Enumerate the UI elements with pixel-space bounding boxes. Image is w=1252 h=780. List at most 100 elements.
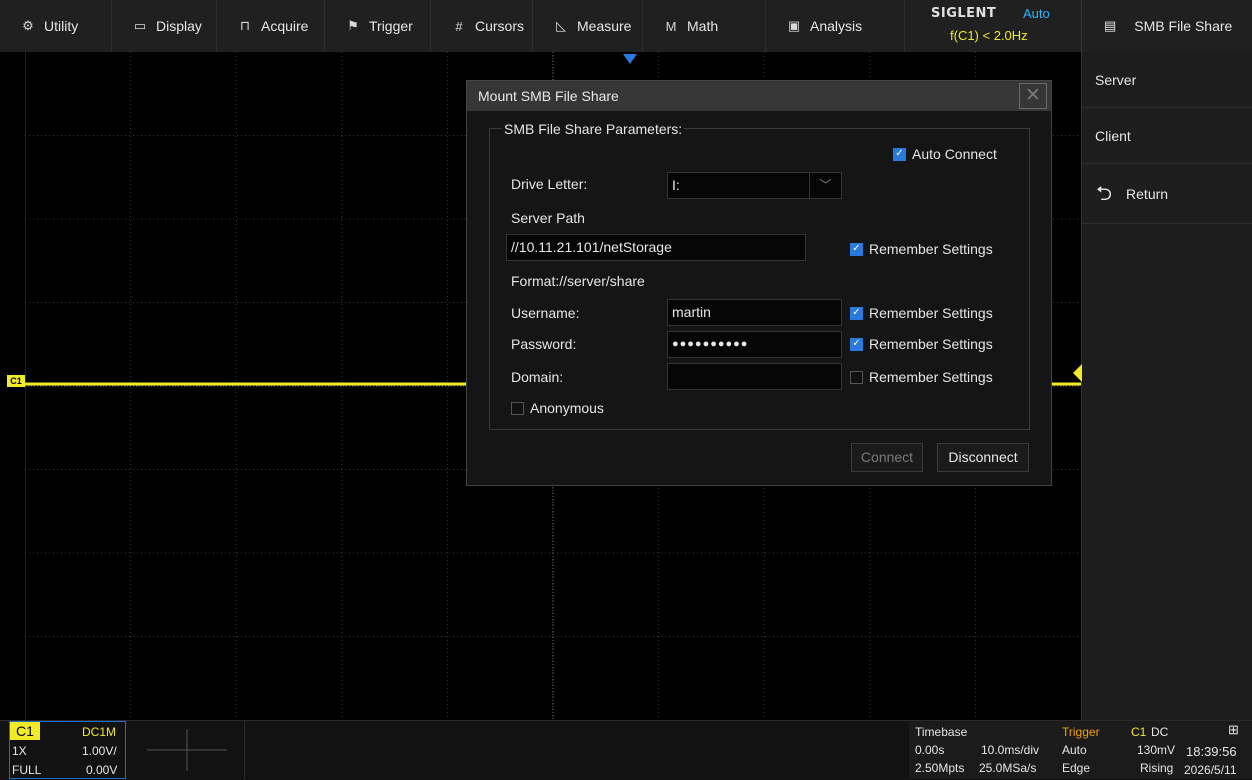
- memory-depth: 2.50Mpts: [915, 761, 965, 775]
- chevron-down-icon: ﹀: [809, 173, 841, 198]
- trigger-title: Trigger: [1062, 725, 1100, 739]
- measure-icon: ◺: [556, 18, 566, 33]
- channel1-coupling: DC1M: [82, 725, 117, 739]
- menu-label: Acquire: [261, 18, 309, 34]
- trigger-slope: Rising: [1140, 761, 1174, 775]
- disconnect-button[interactable]: Disconnect: [937, 443, 1029, 472]
- menu-measure[interactable]: ◺ Measure: [533, 0, 643, 52]
- drive-letter-value: I:: [672, 177, 680, 193]
- crosshair-icon: [147, 729, 227, 771]
- checkbox-empty-icon: [850, 370, 863, 384]
- frequency-readout: f(C1) < 2.0Hz: [950, 28, 1028, 43]
- menu-label: Cursors: [475, 18, 525, 34]
- add-channel-area[interactable]: [127, 721, 245, 779]
- trigger-info[interactable]: Trigger C1 DC Auto 130mV Edge Rising: [1059, 721, 1181, 779]
- brand-logo: SIGLENT: [931, 6, 997, 21]
- domain-input[interactable]: [667, 363, 842, 390]
- sample-rate: 25.0MSa/s: [979, 761, 1037, 775]
- channel1-bandwidth: FULL: [12, 763, 42, 777]
- trigger-level-marker-icon[interactable]: [1071, 364, 1083, 382]
- close-icon[interactable]: ✕: [1019, 83, 1047, 109]
- menu-acquire[interactable]: ⊓ Acquire: [217, 0, 325, 52]
- side-item-label: Server: [1095, 71, 1137, 88]
- auto-connect-checkbox[interactable]: ✓ Auto Connect: [893, 146, 997, 162]
- menu-label: Utility: [44, 18, 79, 34]
- side-menu-title: ▤ SMB File Share: [1081, 0, 1252, 52]
- side-menu: Server Client ⮌ Return: [1081, 52, 1252, 720]
- channel1-probe: 1X: [12, 744, 27, 758]
- brand-status: SIGLENT Auto f(C1) < 2.0Hz: [905, 0, 1081, 52]
- remember-password-checkbox[interactable]: ✓ Remember Settings: [850, 336, 993, 352]
- side-item-return[interactable]: ⮌ Return: [1082, 164, 1252, 224]
- channel1-badge: C1: [10, 722, 40, 740]
- server-path-input[interactable]: //10.11.21.101/netStorage: [506, 234, 806, 261]
- group-title: SMB File Share Parameters:: [502, 121, 685, 137]
- clock-date: 2026/5/11: [1184, 763, 1237, 777]
- menu-label: Analysis: [810, 18, 863, 34]
- side-menu-title-text: SMB File Share: [1134, 18, 1233, 34]
- analysis-icon: ▣: [787, 18, 801, 33]
- trigger-source: C1: [1131, 725, 1147, 739]
- menu-label: Trigger: [369, 18, 413, 34]
- trigger-mode: Auto: [1062, 743, 1087, 757]
- menu-trigger[interactable]: ⚑ Trigger: [325, 0, 431, 52]
- check-icon: ✓: [893, 147, 906, 161]
- network-icon[interactable]: ⊞: [1228, 723, 1239, 737]
- checkbox-label: Remember Settings: [869, 241, 993, 257]
- drive-letter-label: Drive Letter:: [511, 176, 588, 192]
- check-icon: ✓: [850, 306, 863, 320]
- checkbox-label: Remember Settings: [869, 305, 993, 321]
- monitor-icon: ▭: [133, 18, 147, 33]
- side-item-client[interactable]: Client: [1082, 108, 1252, 164]
- trigger-position-marker-icon[interactable]: [622, 52, 638, 68]
- checkbox-label: Anonymous: [530, 400, 604, 416]
- checkbox-empty-icon: [511, 401, 524, 415]
- trigger-coupling: DC: [1151, 725, 1169, 739]
- username-label: Username:: [511, 305, 580, 321]
- flag-icon: ⚑: [347, 18, 359, 33]
- channel1-offset-marker[interactable]: C1: [7, 375, 25, 387]
- menu-math[interactable]: M Math: [643, 0, 766, 52]
- menu-label: Display: [156, 18, 202, 34]
- side-item-server[interactable]: Server: [1082, 52, 1252, 108]
- dialog-title: Mount SMB File Share: [467, 81, 1051, 111]
- mount-smb-dialog: Mount SMB File Share ✕ SMB File Share Pa…: [466, 80, 1052, 486]
- remember-server-path-checkbox[interactable]: ✓ Remember Settings: [850, 241, 993, 257]
- checkbox-label: Auto Connect: [912, 146, 997, 162]
- channel1-info[interactable]: C1 DC1M 1X 1.00V/ FULL 0.00V: [9, 721, 126, 779]
- trigger-type: Edge: [1062, 761, 1091, 775]
- menu-label: Math: [687, 18, 719, 34]
- document-icon: ▤: [1104, 18, 1117, 33]
- math-icon: M: [665, 18, 677, 34]
- domain-label: Domain:: [511, 369, 564, 385]
- channel1-scale: 1.00V/: [82, 744, 117, 758]
- trigger-level: 130mV: [1137, 743, 1176, 757]
- timebase-delay: 0.00s: [915, 743, 945, 757]
- remember-domain-checkbox[interactable]: Remember Settings: [850, 369, 993, 385]
- acquire-icon: ⊓: [239, 18, 251, 33]
- clock-info: ⊞ 18:39:56 2026/5/11: [1181, 721, 1252, 779]
- timebase-info[interactable]: Timebase 0.00s 10.0ms/div 2.50Mpts 25.0M…: [909, 721, 1059, 779]
- menu-utility[interactable]: ⚙ Utility: [0, 0, 112, 52]
- menu-cursors[interactable]: # Cursors: [431, 0, 533, 52]
- bottom-status-bar: C1 DC1M 1X 1.00V/ FULL 0.00V Timebase 0.…: [0, 720, 1252, 780]
- remember-username-checkbox[interactable]: ✓ Remember Settings: [850, 305, 993, 321]
- format-hint: Format://server/share: [511, 273, 645, 289]
- clock-time: 18:39:56: [1186, 744, 1237, 759]
- drive-letter-select[interactable]: I: ﹀: [667, 172, 842, 199]
- check-icon: ✓: [850, 242, 863, 256]
- password-input[interactable]: ●●●●●●●●●●: [667, 331, 842, 358]
- connect-button[interactable]: Connect: [851, 443, 923, 472]
- checkbox-label: Remember Settings: [869, 336, 993, 352]
- return-arrow-icon: ⮌: [1096, 182, 1113, 205]
- password-label: Password:: [511, 336, 577, 352]
- username-input[interactable]: martin: [667, 299, 842, 326]
- checkbox-label: Remember Settings: [869, 369, 993, 385]
- menu-analysis[interactable]: ▣ Analysis: [766, 0, 905, 52]
- timebase-scale: 10.0ms/div: [981, 743, 1040, 757]
- menu-label: Measure: [577, 18, 632, 34]
- menu-display[interactable]: ▭ Display: [112, 0, 217, 52]
- anonymous-checkbox[interactable]: Anonymous: [511, 400, 604, 416]
- timebase-title: Timebase: [915, 725, 968, 739]
- side-item-label: Client: [1095, 127, 1131, 144]
